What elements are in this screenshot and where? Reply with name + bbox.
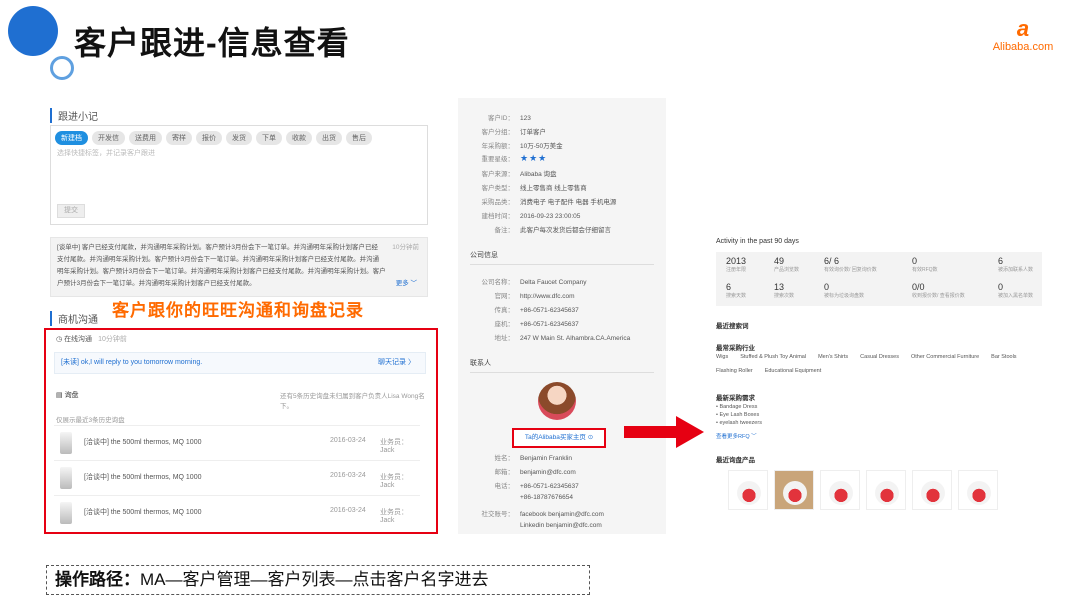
activity-title: Activity in the past 90 days xyxy=(716,238,799,245)
rfq-item: • Eye Lash Boxes xyxy=(716,412,760,418)
stat-cell: 0/0 收到报价数/ 查看报价数 xyxy=(912,282,965,299)
stat-cell: 0 被标为垃圾询盘数 xyxy=(824,282,865,299)
contact-field: Linkedin benjamin@dfc.com xyxy=(520,522,602,529)
rfq-more-link[interactable]: 查看更多RFQ ﹀ xyxy=(716,432,757,440)
activity-stats: 2013 注册年限 49 产品浏览数 6/ 6 有效询价数/ 回复询价数 0 有效RFQ… xyxy=(716,252,1042,306)
note-tag[interactable]: 下单 xyxy=(256,131,282,145)
operation-path-label: 操作路径： xyxy=(55,570,140,589)
contact-avatar xyxy=(538,382,576,420)
profile-field: 备注： 此客户每次发货后都会仔细留言 xyxy=(494,227,612,234)
industry-list: Wigs Stuffed & Plush Toy Animal Men's Shir… xyxy=(716,354,1029,360)
alibaba-logo-icon: a xyxy=(1016,16,1030,41)
rfq-item: • Bandage Dress xyxy=(716,404,758,410)
note-tag[interactable]: 寄样 xyxy=(166,131,192,145)
product-image[interactable] xyxy=(866,470,906,510)
product-image[interactable] xyxy=(820,470,860,510)
product-image[interactable] xyxy=(958,470,998,510)
notes-history-time: 10分钟前 xyxy=(392,244,419,251)
operation-path-text: MA—客户管理—客户列表—点击客户名字进去 xyxy=(140,570,489,589)
company-field: 官网： http://www.dfc.com xyxy=(494,293,575,300)
industry-item: Wigs xyxy=(716,354,729,360)
recent-search-title: 最近搜索词 xyxy=(716,323,749,330)
note-tag[interactable]: 收款 xyxy=(286,131,312,145)
arrow-right-icon xyxy=(676,416,704,448)
inquiry-products-title: 最近询盘产品 xyxy=(716,457,755,464)
profile-field: 重要星级： ★★★ xyxy=(481,153,548,163)
operation-path: 操作路径：MA—客户管理—客户列表—点击客户名字进去 xyxy=(46,565,590,595)
slide-title: 客户跟进-信息查看 xyxy=(74,25,350,61)
alibaba-logo-text: Alibaba.com xyxy=(992,41,1054,53)
customer-profile: 客户ID： 123 客户分组： 订单客户 年采购额： 10万-50万美金 重要星级： ★… xyxy=(458,98,666,534)
note-tag[interactable]: 出货 xyxy=(316,131,342,145)
profile-field: 客户ID： 123 xyxy=(488,115,531,122)
decor-ring xyxy=(50,56,74,80)
profile-field: 年采购额： 10万-50万美金 xyxy=(481,143,563,150)
stat-cell: 6/ 6 有效询价数/ 回复询价数 xyxy=(824,256,877,273)
note-tag[interactable]: 报价 xyxy=(196,131,222,145)
notes-history-line: 户预计3月份会下一笔订单。并沟通明年采购计划客户已经支付尾款。 xyxy=(57,280,256,287)
rating-stars: ★★★ xyxy=(520,153,548,163)
company-field: 座机： +86-0571-62345637 xyxy=(494,321,579,328)
stat-cell: 0 有效RFQ数 xyxy=(912,256,938,273)
buyer-activity-panel: Activity in the past 90 days 2013 注册年限 49… xyxy=(712,232,1042,522)
industry-item: Educational Equipment xyxy=(764,368,822,374)
industry-item: Men's Shirts xyxy=(818,354,849,360)
notes-history: [谈单中] 客户已经支付尾款，并沟通明年采购计划。客户预计3月份会下一笔订单。并… xyxy=(50,237,428,297)
industry-item: Other Commercial Furniture xyxy=(911,354,980,360)
contact-field: 邮箱： benjamin@dfc.com xyxy=(494,469,576,476)
contact-field: 电话： +86-0571-62345637 xyxy=(494,483,579,490)
note-tag[interactable]: 开发信 xyxy=(92,131,125,145)
notes-history-line: [谈单中] 客户已经支付尾款，并沟通明年采购计划。客户预计3月份会下一笔订单。并… xyxy=(57,244,379,251)
profile-field: 建档时间： 2016-09-23 23:00:05 xyxy=(481,213,581,220)
divider xyxy=(470,264,654,265)
buyer-homepage-link[interactable]: Ta的Alibaba买家主页 ⊙ xyxy=(512,428,606,448)
slide: 客户跟进-信息查看 a Alibaba.com 跟进小记 新建档 开发信 送费用 寄样… xyxy=(0,0,1080,608)
note-tag[interactable]: 发货 xyxy=(226,131,252,145)
profile-field: 客户分组： 订单客户 xyxy=(481,129,547,136)
note-tag[interactable]: 售后 xyxy=(346,131,372,145)
notes-submit-button[interactable]: 提交 xyxy=(57,204,85,218)
alibaba-logo: a Alibaba.com xyxy=(978,18,1068,58)
industry-item: Stuffed & Plush Toy Animal xyxy=(740,354,807,360)
industry-item: Casual Dresses xyxy=(860,354,899,360)
industry-item: Flashing Roller xyxy=(716,368,753,374)
annotation-caption: 客户跟你的旺旺沟通和询盘记录 xyxy=(112,301,364,320)
annotation-highlight-box xyxy=(44,328,438,534)
stat-cell: 6 被添加联系人数 xyxy=(998,256,1034,273)
product-image[interactable] xyxy=(774,470,814,510)
stat-cell: 0 被加入黑名单数 xyxy=(998,282,1034,299)
contact-field: 社交账号： facebook benjamin@dfc.com xyxy=(481,511,604,518)
industry-title: 最常采购行业 xyxy=(716,345,755,352)
profile-field: 客户来源： Alibaba 询盘 xyxy=(481,171,557,178)
industry-item: Bar Stools xyxy=(991,354,1017,360)
company-field: 地址： 247 W Main St. Alhambra.CA.America xyxy=(494,335,631,342)
note-tag[interactable]: 新建档 xyxy=(55,131,88,145)
decor-circle xyxy=(8,6,58,56)
rfq-item: • eyelash tweezers xyxy=(716,420,762,426)
contact-field: 姓名： Benjamin Franklin xyxy=(494,455,573,462)
notes-more-link[interactable]: 更多 ﹀ xyxy=(396,278,417,290)
notes-placeholder: 选择快捷标签，并记录客户跟进 xyxy=(57,150,155,157)
arrow-shaft xyxy=(624,426,678,438)
contact-field: +86-18787676654 xyxy=(520,494,573,501)
product-image[interactable] xyxy=(912,470,952,510)
industry-list: Flashing Roller Educational Equipment xyxy=(716,368,833,374)
notes-editor[interactable]: 新建档 开发信 送费用 寄样 报价 发货 下单 收款 出货 售后 选择快捷标签，并记录客户跟进 提… xyxy=(50,125,428,225)
notes-tags: 新建档 开发信 送费用 寄样 报价 发货 下单 收款 出货 售后 xyxy=(55,131,372,145)
contact-section-title: 联系人 xyxy=(470,360,491,367)
notes-history-line: 明年采购计划。客户预计3月份会下一笔订单。并沟通明年采购计划客户已经支付尾款。并… xyxy=(57,268,386,275)
company-field: 传真： +86-0571-62345637 xyxy=(494,307,579,314)
product-image[interactable] xyxy=(728,470,768,510)
profile-field: 客户类型： 线上零售商 线上零售商 xyxy=(481,185,587,192)
note-tag[interactable]: 送费用 xyxy=(129,131,162,145)
divider xyxy=(470,372,654,373)
notes-history-line: 支付尾款。并沟通明年采购计划。客户预计3月份会下一笔订单。并沟通明年采购计划客户… xyxy=(57,256,380,263)
profile-field: 采购品类： 消费电子 电子配件 电器 手机电源 xyxy=(481,199,617,206)
rfq-title: 最新采购需求 xyxy=(716,395,755,402)
business-section-label: 商机沟通 xyxy=(50,311,98,326)
company-field: 公司名称： Delta Faucet Company xyxy=(481,279,587,286)
company-section-title: 公司信息 xyxy=(470,252,498,259)
notes-section-label: 跟进小记 xyxy=(50,108,98,123)
